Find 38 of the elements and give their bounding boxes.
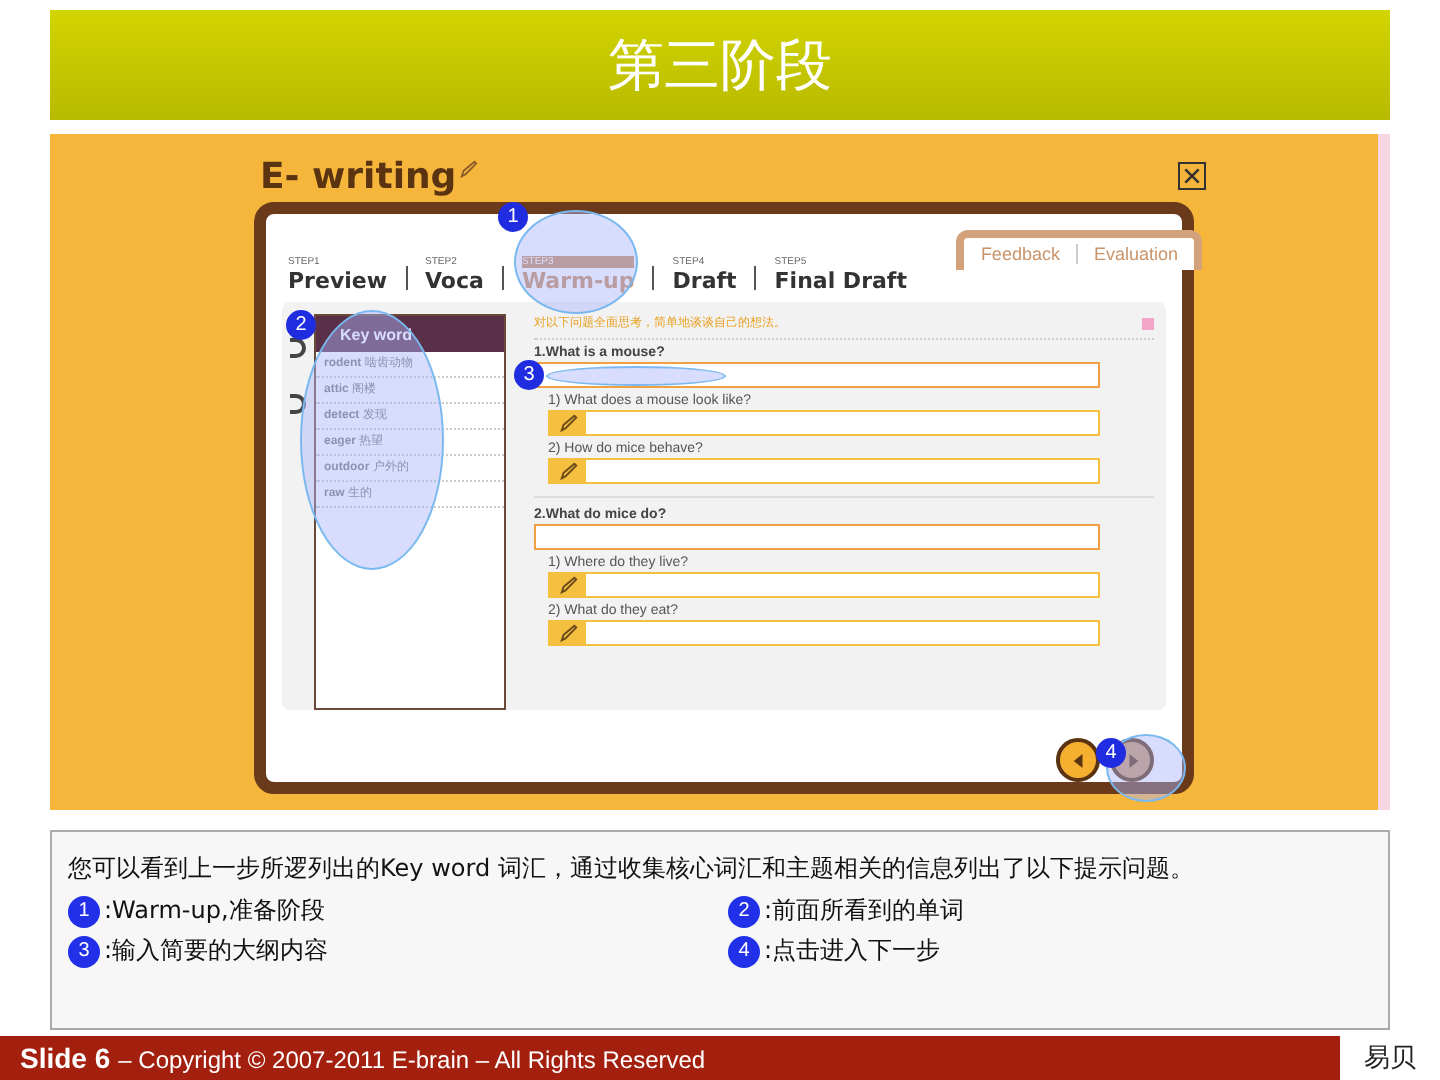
side-tab[interactable]: Feedback [980, 244, 1060, 264]
triangle-right-icon [1125, 753, 1139, 767]
number-badge: 1 [68, 895, 100, 927]
answer-field[interactable] [548, 572, 1100, 598]
step-separator [501, 266, 504, 290]
pencil-icon [550, 622, 586, 644]
app-logo: E- writing [260, 155, 457, 197]
answer-field[interactable] [548, 620, 1100, 646]
pencil-icon [550, 460, 586, 482]
number-badge: 4 [728, 935, 760, 967]
copyright-text: – Copyright © 2007-2011 E-brain – All Rights Reserved [118, 1046, 706, 1074]
pencil-icon [550, 412, 586, 434]
legend-text: :前面所看到的单词 [764, 894, 965, 928]
description-text: 您可以看到上一步所逻列出的Key word 词汇，通过收集核心词汇和主题相关的信息列出了以下提示问题。 [68, 852, 1196, 886]
answer-field[interactable] [534, 524, 1100, 550]
pencil-icon [550, 574, 586, 596]
step-separator [405, 266, 408, 290]
step-separator [754, 266, 757, 290]
answer-field[interactable] [548, 410, 1100, 436]
legend-text: :Warm-up,准备阶段 [104, 894, 325, 928]
side-tab[interactable]: Evaluation [1093, 244, 1178, 264]
binder-ring-icon [290, 394, 306, 414]
pencil-icon [460, 159, 479, 177]
keyword-title: Key word [340, 325, 413, 343]
answer-field[interactable] [534, 362, 1100, 388]
number-badge: 2 [728, 895, 760, 927]
legend-text: :点击进入下一步 [764, 934, 941, 968]
number-badge: 3 [68, 935, 100, 967]
triangle-left-icon [1071, 753, 1085, 767]
answer-field[interactable] [548, 458, 1100, 484]
close-icon[interactable] [1178, 162, 1206, 190]
previous-button[interactable] [1056, 738, 1100, 782]
legend-text: :输入简要的大纲内容 [104, 934, 329, 968]
slide-number: Slide 6 [20, 1042, 111, 1074]
slide-title: 第三阶段 [608, 29, 832, 101]
step-separator [652, 266, 655, 290]
scroll-up-button[interactable] [1142, 317, 1154, 329]
brand-logo: 易贝 [1340, 1036, 1440, 1080]
